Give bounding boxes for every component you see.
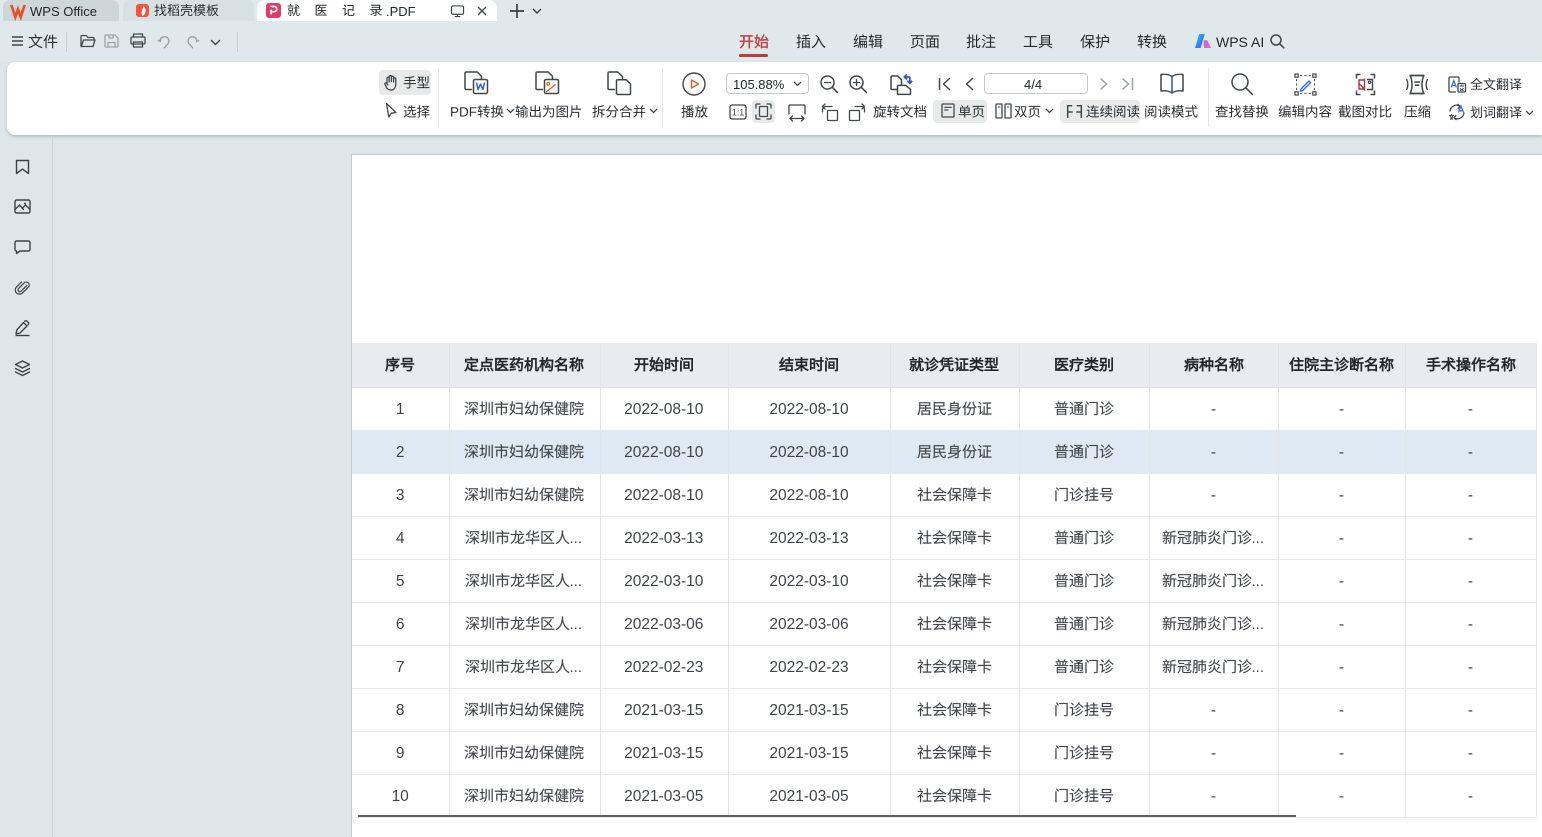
svg-text:1:1: 1:1	[732, 108, 745, 118]
